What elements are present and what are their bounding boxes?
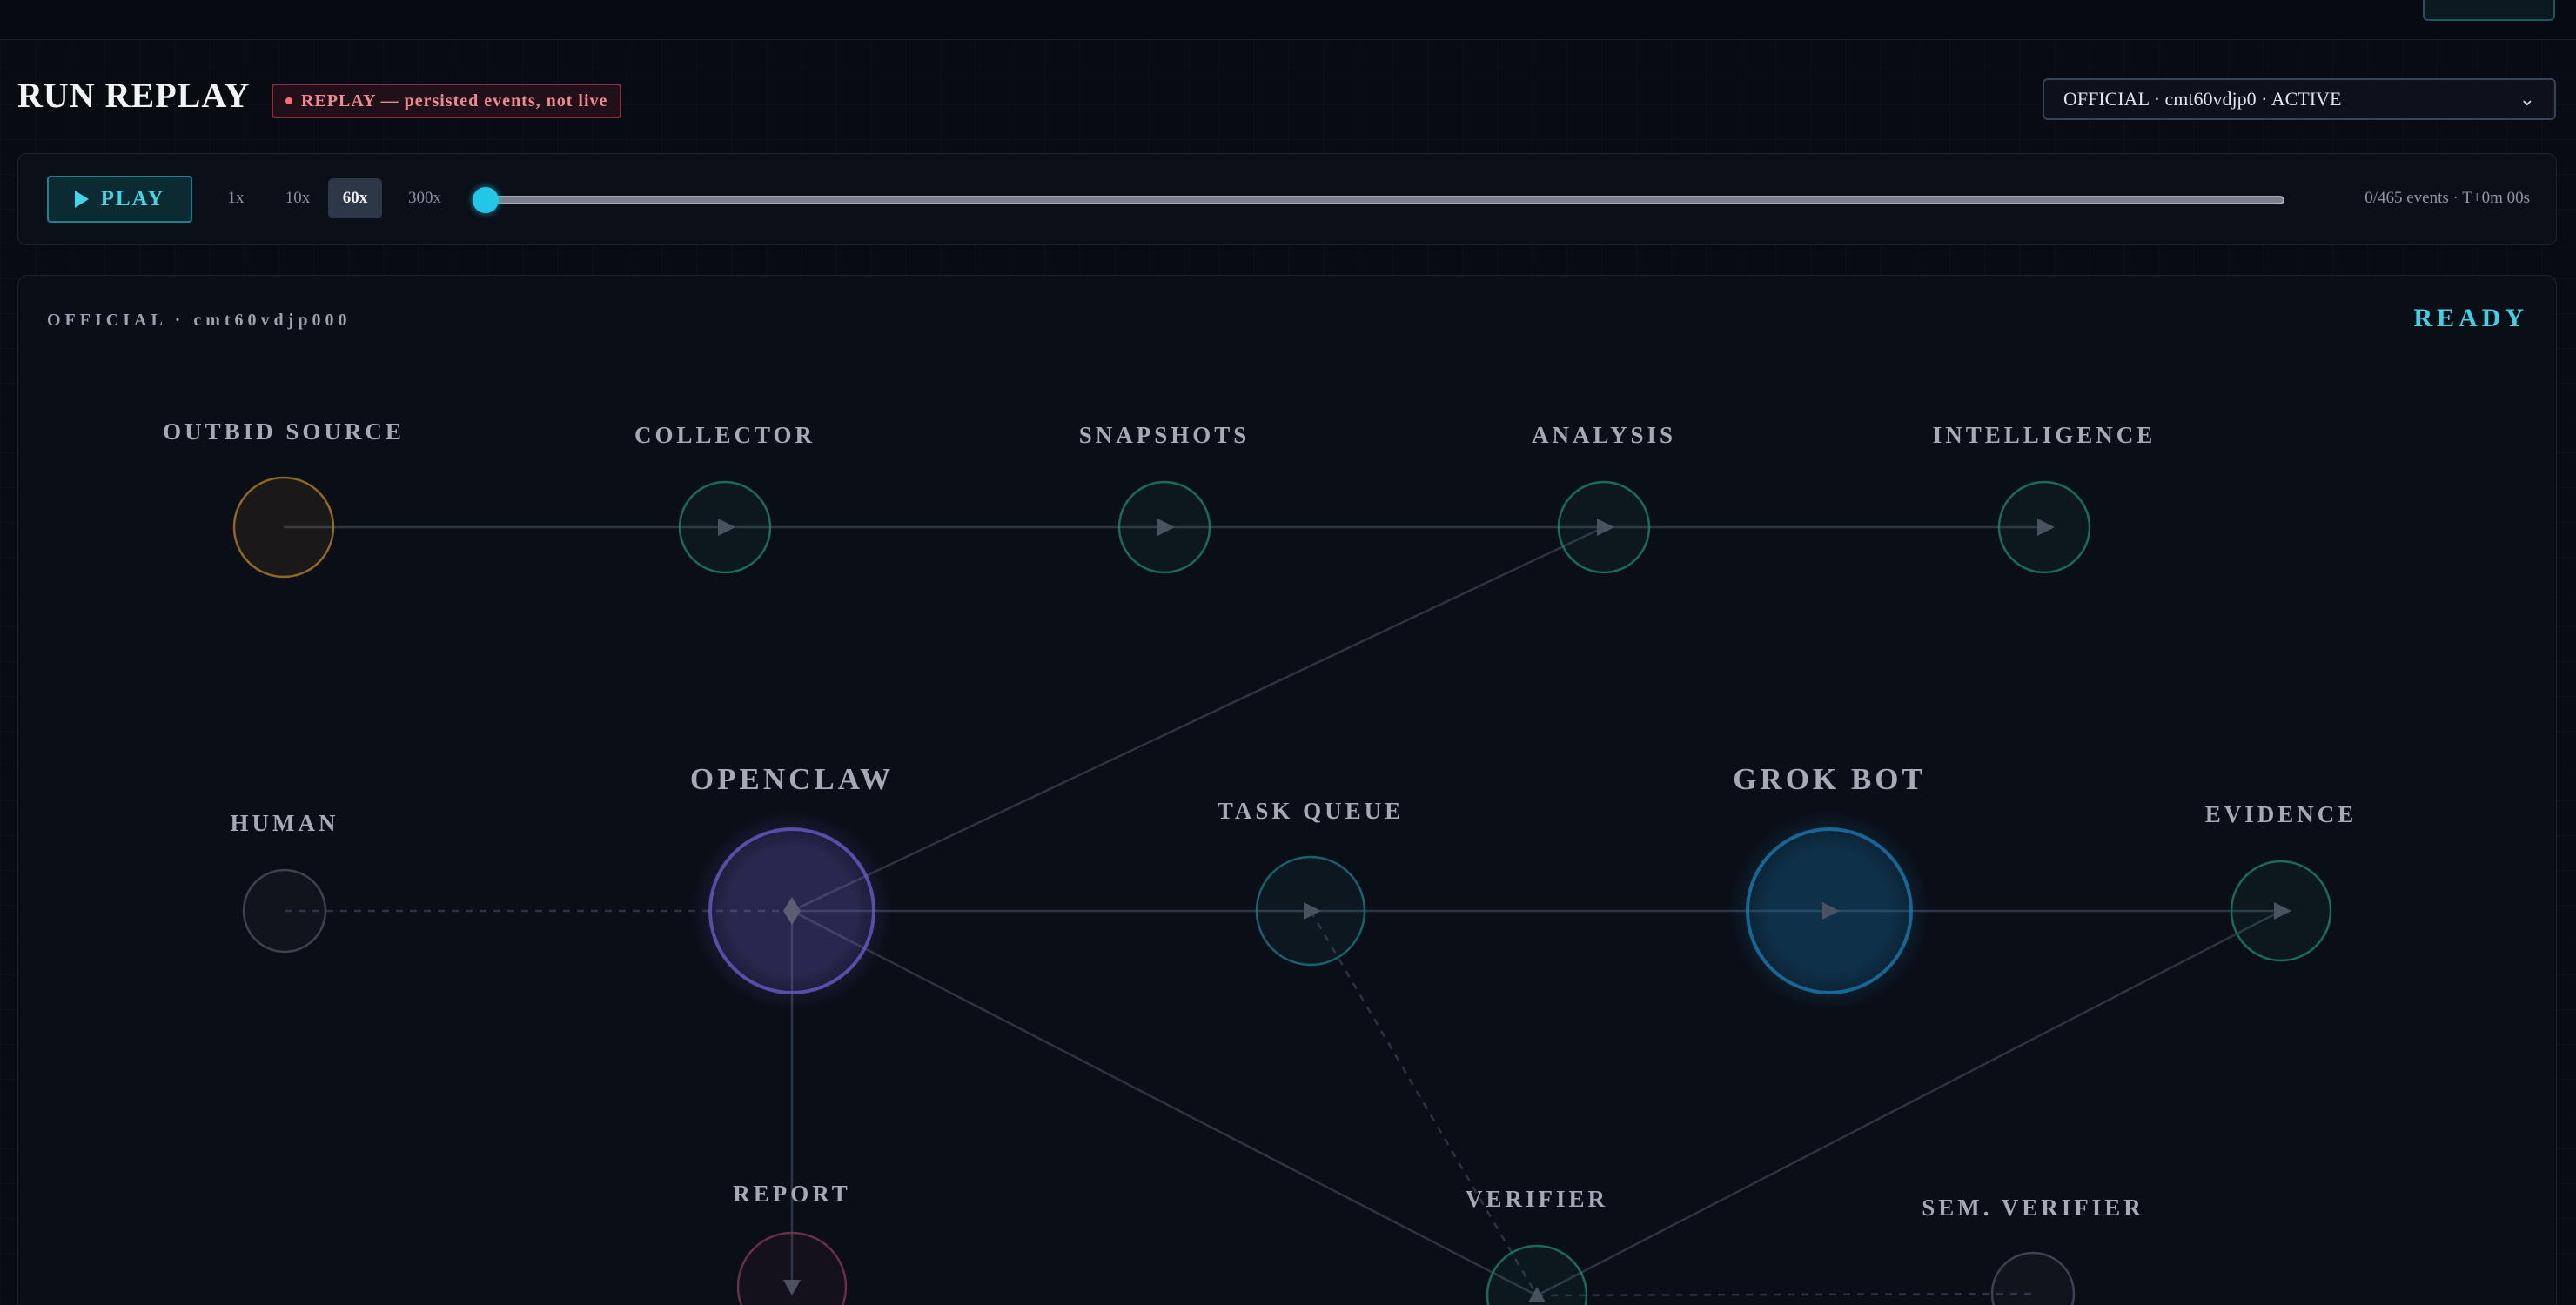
top-nav-bar (0, 0, 2576, 40)
edge-openclaw-verifier (791, 909, 1538, 1297)
node-human[interactable]: HUMAN (231, 810, 339, 954)
speed-button-60x[interactable]: 60x (328, 178, 382, 218)
node-label-intelligence: INTELLIGENCE (1933, 422, 2157, 448)
playback-controls: PLAY 1x 10x 60x 300x 0/465 events · T+0m… (17, 153, 2557, 245)
play-button-label: PLAY (100, 187, 165, 211)
node-label-openclaw: OPENCLAW (690, 762, 894, 796)
status-dot-icon (285, 97, 292, 104)
pipeline-graph-panel: OFFICIAL · cmt60vdjp000 READY OUTBID SOU… (17, 275, 2557, 1305)
events-readout: 0/465 events · T+0m 00s (2365, 189, 2530, 207)
node-collector[interactable]: COLLECTOR (634, 422, 815, 574)
timeline-slider-handle[interactable] (473, 187, 499, 213)
node-label-taskqueue: TASK QUEUE (1218, 798, 1404, 824)
node-label-grokbot: GROK BOT (1733, 762, 1926, 796)
speed-button-1x[interactable]: 1x (215, 178, 257, 218)
run-select-dropdown[interactable]: OFFICIAL · cmt60vdjp0 · ACTIVE ⌄ (2043, 78, 2556, 120)
edge-openclaw-analysis (791, 525, 1605, 913)
node-evidence[interactable]: EVIDENCE (2205, 801, 2358, 962)
node-openclaw[interactable]: OPENCLAW (690, 762, 894, 1012)
node-label-verifier: VERIFIER (1466, 1186, 1608, 1212)
chevron-down-icon: ⌄ (2519, 88, 2535, 110)
node-verifier[interactable]: VERIFIER (1466, 1186, 1608, 1305)
node-report[interactable]: REPORT (733, 1181, 851, 1305)
node-label-evidence: EVIDENCE (2205, 801, 2358, 827)
pipeline-graph: OUTBID SOURCE COLLECTOR SNAPSHOTS ANALYSIS I… (163, 418, 2358, 1305)
node-label-analysis: ANALYSIS (1532, 422, 1676, 448)
node-label-human: HUMAN (231, 810, 339, 836)
node-snapshots[interactable]: SNAPSHOTS (1079, 422, 1251, 574)
run-select-value: OFFICIAL · cmt60vdjp0 · ACTIVE (2063, 88, 2342, 110)
speed-button-10x[interactable]: 10x (272, 178, 323, 218)
node-label-collector: COLLECTOR (634, 422, 815, 448)
replay-badge: REPLAY — persisted events, not live (272, 84, 622, 118)
play-icon (74, 191, 89, 208)
node-grokbot[interactable]: GROK BOT (1728, 762, 1930, 1012)
speed-button-300x[interactable]: 300x (394, 178, 455, 218)
node-analysis[interactable]: ANALYSIS (1532, 422, 1676, 574)
top-nav-button[interactable] (2423, 0, 2555, 21)
page-title: RUN REPLAY (17, 76, 251, 115)
play-button[interactable]: PLAY (47, 176, 192, 223)
node-taskqueue[interactable]: TASK QUEUE (1218, 798, 1404, 967)
node-intelligence[interactable]: INTELLIGENCE (1933, 422, 2157, 574)
node-outbid[interactable]: OUTBID SOURCE (163, 418, 405, 579)
node-label-semverifier: SEM. VERIFIER (1922, 1195, 2144, 1221)
node-label-outbid: OUTBID SOURCE (163, 418, 405, 445)
node-semverifier[interactable]: SEM. VERIFIER (1922, 1195, 2144, 1305)
replay-badge-text: REPLAY — persisted events, not live (301, 90, 608, 110)
node-label-snapshots: SNAPSHOTS (1079, 422, 1251, 448)
edge-verifier-semverifier (1536, 1292, 2034, 1297)
node-label-report: REPORT (733, 1181, 851, 1207)
timeline-slider[interactable] (488, 196, 2284, 204)
